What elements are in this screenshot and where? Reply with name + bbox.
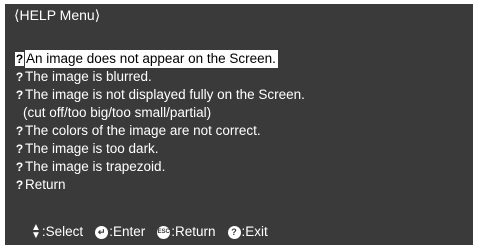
- menu-item-blurred[interactable]: ? The image is blurred.: [15, 68, 305, 86]
- updown-arrows-icon: ▲ ▼: [31, 222, 41, 241]
- exit-hint: ? :Exit: [227, 223, 268, 241]
- menu-item-label: An image does not appear on the Screen.: [25, 50, 278, 68]
- menu-item-label: The image is not displayed fully on the …: [25, 87, 305, 102]
- return-hint: ESC :Return: [157, 223, 216, 241]
- menu-item-subtext: (cut off/too big/too small/partial): [23, 105, 212, 120]
- menu-item-trapezoid[interactable]: ? The image is trapezoid.: [15, 158, 305, 176]
- menu-item-return[interactable]: ? Return: [15, 176, 305, 194]
- footer-key-hints: ▲ ▼ :Select ↵ :Enter ESC :Return ? :Exit: [31, 223, 280, 241]
- help-icon: ?: [227, 225, 241, 239]
- menu-item-label: The image is blurred.: [25, 69, 152, 84]
- menu-item-no-image[interactable]: ? An image does not appear on the Screen…: [15, 50, 305, 68]
- question-icon: ?: [15, 70, 24, 84]
- enter-icon: ↵: [95, 225, 109, 239]
- exit-label: :Exit: [241, 224, 268, 239]
- menu-item-label: Return: [25, 177, 66, 192]
- help-menu-screen: ⟨HELP Menu⟩ ? An image does not appear o…: [5, 4, 473, 245]
- menu-item-label: The image is trapezoid.: [25, 159, 166, 174]
- select-label: :Select: [41, 224, 84, 239]
- menu-item-not-displayed-fully[interactable]: ? The image is not displayed fully on th…: [15, 86, 305, 104]
- menu-item-too-dark[interactable]: ? The image is too dark.: [15, 140, 305, 158]
- enter-hint: ↵ :Enter: [95, 223, 145, 241]
- select-hint: ▲ ▼ :Select: [31, 223, 83, 241]
- question-icon: ?: [15, 88, 24, 102]
- menu-item-label: The colors of the image are not correct.: [25, 123, 261, 138]
- question-icon: ?: [15, 160, 24, 174]
- help-menu-list: ? An image does not appear on the Screen…: [15, 50, 305, 194]
- question-icon: ?: [15, 142, 24, 156]
- esc-icon: ESC: [157, 225, 171, 239]
- menu-title: ⟨HELP Menu⟩: [14, 7, 101, 23]
- question-icon: ?: [15, 52, 24, 66]
- enter-label: :Enter: [109, 224, 146, 239]
- question-icon: ?: [15, 124, 24, 138]
- menu-item-label: The image is too dark.: [25, 141, 159, 156]
- question-icon: ?: [15, 178, 24, 192]
- menu-item-colors-incorrect[interactable]: ? The colors of the image are not correc…: [15, 122, 305, 140]
- return-label: :Return: [171, 224, 216, 239]
